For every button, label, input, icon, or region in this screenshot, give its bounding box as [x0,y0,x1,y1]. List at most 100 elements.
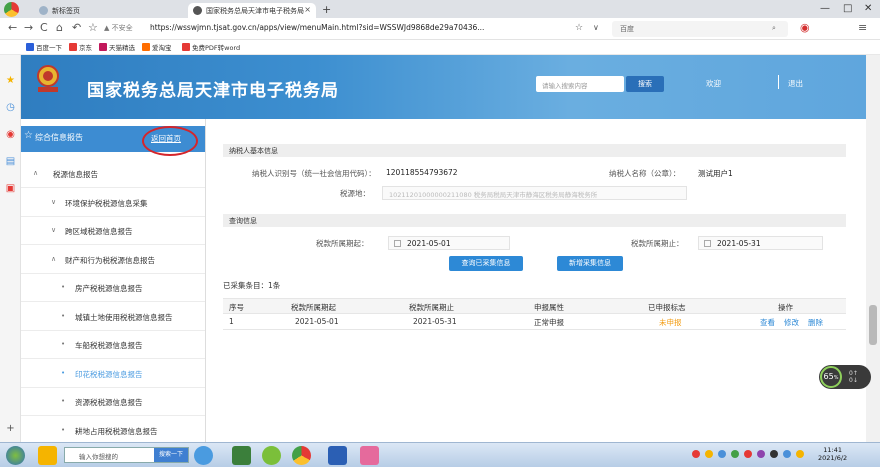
windows-app-icon[interactable] [232,446,251,465]
speed-badge[interactable]: 65% 0↑ 0↓ [819,365,871,389]
main-content: 纳税人基本信息 纳税人识别号（统一社会信用代码）： 12011855479367… [206,119,866,442]
tab-tax-bureau[interactable]: 国家税务总局天津市电子税务局 × [188,3,316,18]
logout-link[interactable]: 退出 [788,78,803,89]
taxpayer-id-label: 纳税人识别号（统一社会信用代码）： [252,169,376,178]
sidebar-item-label: 税源信息报告 [53,170,98,179]
sidebar-item[interactable]: • 城镇土地使用税税源信息报告 [21,303,205,331]
bullet-icon: • [61,283,66,291]
paint-app-icon[interactable] [360,446,379,465]
url-text[interactable]: https://wsswjmn.tjsat.gov.cn/apps/view/m… [150,23,484,32]
bookmark-pdf[interactable]: 免费PDF转word [182,42,240,52]
taskbar: 输入你想搜的 搜索一下 11:41 2021/6/2 [0,442,880,467]
add-collection-button[interactable]: 新增采集信息 [557,256,623,271]
start-button[interactable] [6,446,25,465]
sidebar-item[interactable]: • 印花税税源信息报告 [21,360,205,388]
header-divider [778,75,779,89]
taskbar-search-button[interactable]: 搜索一下 [154,448,188,462]
bookmark-taobao[interactable]: 爱淘宝 [142,42,172,52]
back-icon[interactable]: ← [8,21,17,34]
tray-icon[interactable] [705,450,713,458]
new-tab-button[interactable]: + [322,3,331,16]
sidebar-item[interactable]: • 资源税税源信息报告 [21,388,205,416]
search-icon[interactable]: ⌕ [772,24,776,33]
taxpayer-name-label: 纳税人名称（公章）： [609,169,681,178]
tray-icon[interactable] [796,450,804,458]
cell-flag: 未申报 [659,318,682,327]
bookmark-jd[interactable]: 京东 [69,42,92,52]
weibo-icon[interactable]: ◉ [5,129,16,140]
browser-search-box[interactable]: 百度 ⌕ [612,21,788,37]
tax-authority-label: 税源地： [340,189,370,198]
minimize-icon[interactable]: — [820,3,830,14]
taskbar-clock[interactable]: 11:41 2021/6/2 [818,446,847,462]
add-icon[interactable]: + [5,423,16,434]
bookmark-star-icon[interactable]: ☆ [575,23,583,33]
reload-icon[interactable]: C [40,21,48,34]
bookmark-tmall[interactable]: 天猫精选 [99,42,135,52]
bookmark-baidu[interactable]: 百度一下 [26,42,62,52]
close-window-icon[interactable]: ✕ [864,3,872,14]
dropdown-icon[interactable]: ∨ [593,23,599,32]
tray-icon[interactable] [718,450,726,458]
history-icon[interactable]: ◷ [5,102,16,113]
tray-icon[interactable] [757,450,765,458]
delete-link[interactable]: 删除 [808,317,823,328]
sidebar-item-label: 印花税税源信息报告 [75,369,143,379]
tray-icon[interactable] [783,450,791,458]
forward-icon[interactable]: → [24,21,33,34]
app-icon[interactable] [38,446,57,465]
note-icon[interactable]: ▣ [5,183,16,194]
tab-new-tab[interactable]: 新标签页 [34,3,184,18]
chrome-app-icon[interactable] [292,446,311,465]
undo-icon[interactable]: ↶ [72,21,81,34]
close-tab-icon[interactable]: × [304,5,311,14]
bullet-icon: • [61,340,66,348]
sidebar-item[interactable]: • 车船税税源信息报告 [21,331,205,359]
site-title: 国家税务总局天津市电子税务局 [87,81,339,101]
scrollbar-thumb[interactable] [869,305,877,345]
tray-icon[interactable] [692,450,700,458]
col-start: 税款所属期起 [291,303,336,312]
ie-icon[interactable] [194,446,213,465]
taxpayer-name-value: 测试用户1 [698,169,733,178]
bullet-icon: • [61,425,66,434]
sidebar-item-label: 耕地占用税税源信息报告 [75,426,158,436]
sidebar-item[interactable]: ∨ 环境保护税税源信息采集 [21,189,205,217]
edit-link[interactable]: 修改 [784,317,799,328]
query-collected-button[interactable]: 查询已采集信息 [449,256,523,271]
bookmarks-bar: 百度一下 京东 天猫精选 爱淘宝 免费PDF转word [0,40,880,55]
sidebar-item[interactable]: • 耕地占用税税源信息报告 [21,417,205,443]
site-search-input[interactable]: 请输入搜索内容 [536,76,624,92]
sidebar-item[interactable]: ∨ 跨区域税源信息报告 [21,217,205,245]
sidebar-item[interactable]: ∧ 财产和行为税税源信息报告 [21,246,205,274]
sidebar-item-label: 车船税税源信息报告 [75,341,143,350]
site-search-button[interactable]: 搜索 [626,76,664,92]
mail-icon[interactable]: ▤ [5,156,16,167]
star-icon[interactable]: ☆ [88,21,98,34]
sidebar-item-label: 财产和行为税税源信息报告 [65,255,155,265]
period-end-input[interactable]: 2021-05-31 [698,236,823,250]
browser-app-icon[interactable] [262,446,281,465]
sidebar-item[interactable]: • 房产税税源信息报告 [21,274,205,302]
sidebar-item[interactable]: ∧ 税源信息报告 [21,160,205,188]
welcome-link[interactable]: 欢迎 [706,78,721,89]
word-app-icon[interactable] [328,446,347,465]
security-label[interactable]: ▲ 不安全 [104,23,133,33]
home-icon[interactable]: ⌂ [56,21,63,34]
maximize-icon[interactable]: □ [843,3,852,14]
view-link[interactable]: 查看 [760,317,775,328]
browser-logo-icon[interactable] [4,2,19,17]
taskbar-search-input[interactable]: 输入你想搜的 搜索一下 [64,447,189,463]
address-bar[interactable]: ▲ 不安全 https://wsswjmn.tjsat.gov.cn/apps/… [104,21,574,37]
sidebar-title: 综合信息报告 [35,133,83,142]
tray-icon[interactable] [770,450,778,458]
period-start-input[interactable]: 2021-05-01 [388,236,510,250]
tray-icon[interactable] [731,450,739,458]
extension-icon[interactable]: ◉ [800,21,810,34]
menu-icon[interactable]: ≡ [858,21,867,34]
tray-icon[interactable] [744,450,752,458]
highlight-circle [142,126,198,156]
sidebar-item-label: 房产税税源信息报告 [75,284,143,293]
favorites-icon[interactable]: ★ [5,75,16,86]
tax-authority-field[interactable]: 10211201000000211080 税务局税局天津市静海区税务局静海税务所 [382,186,687,200]
